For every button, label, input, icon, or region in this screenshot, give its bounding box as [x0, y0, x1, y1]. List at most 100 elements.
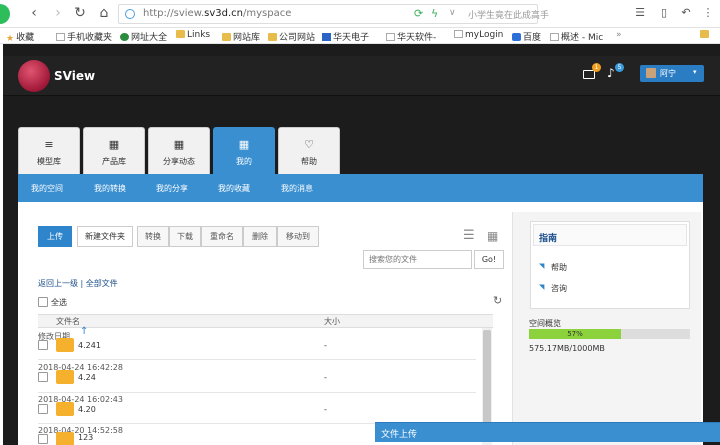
tab-label: 分享动态 — [163, 157, 195, 166]
grid-view-icon[interactable]: ▦ — [487, 229, 498, 243]
browser-logo — [0, 4, 10, 24]
bookmark-item[interactable]: myLogin — [454, 30, 503, 40]
bell-icon[interactable]: ♪ — [607, 66, 615, 80]
caret-down-icon: ▾ — [693, 68, 697, 76]
file-size: - — [324, 405, 327, 414]
new-folder-button[interactable]: 新建文件夹 — [77, 226, 133, 247]
tab-label: 模型库 — [37, 157, 61, 166]
subnav-my-favorites[interactable]: 我的收藏 — [218, 183, 250, 194]
undo-icon[interactable]: ↶ — [678, 5, 694, 21]
file-size: - — [324, 373, 327, 382]
guide-consult-link[interactable]: 咨询 — [551, 283, 567, 294]
arrow-icon: ◥ — [539, 262, 545, 270]
bookmark-item[interactable]: 百度 — [512, 30, 541, 43]
bookmark-item[interactable]: 华天软件- — [386, 30, 436, 43]
search-hint[interactable]: 小学生竟在此成高手 — [468, 8, 549, 21]
upload-button[interactable]: 上传 — [38, 226, 72, 247]
refresh-list-icon[interactable]: ↻ — [493, 294, 502, 307]
bookmark-item[interactable]: 网站库 — [222, 30, 260, 43]
bookmark-item[interactable]: Links — [176, 30, 210, 40]
subnav-my-conversions[interactable]: 我的转换 — [94, 183, 126, 194]
more-bookmarks-icon[interactable]: » — [616, 30, 622, 40]
refresh-icon[interactable]: ↻ — [72, 5, 88, 21]
list-icon: ≡ — [44, 138, 54, 151]
site-icon — [512, 33, 521, 41]
reload-icon[interactable]: ⟳ — [414, 7, 423, 20]
bookmark-item[interactable]: 概述 - Mic — [550, 30, 603, 43]
row-checkbox[interactable] — [38, 372, 48, 382]
bookmark-item[interactable]: 网址大全 — [120, 30, 167, 43]
breadcrumb-separator: | — [80, 279, 84, 288]
space-overview-title: 空间概览 — [529, 319, 561, 328]
file-name[interactable]: 4.241 — [78, 341, 101, 350]
browser-toolbar: ‹ › ↻ ⌂ http://sview.sv3d.cn/myspace ⟳ ϟ… — [0, 0, 720, 28]
rename-button[interactable]: 重命名 — [201, 226, 243, 247]
file-name[interactable]: 4.24 — [78, 373, 96, 382]
tab-mine[interactable]: ▦ 我的 — [213, 127, 275, 174]
avatar — [646, 68, 656, 78]
site-icon — [125, 9, 135, 19]
select-all-label: 全选 — [51, 298, 67, 307]
row-checkbox[interactable] — [38, 340, 48, 350]
folder-icon — [56, 370, 74, 384]
scrollbar-thumb[interactable] — [483, 330, 491, 430]
file-name[interactable]: 4.20 — [78, 405, 96, 414]
folder-icon — [700, 30, 709, 38]
bookmark-folder-icon[interactable] — [700, 30, 711, 40]
sort-icon[interactable]: ☰ — [463, 229, 475, 243]
row-checkbox[interactable] — [38, 434, 48, 444]
brand-name[interactable]: SView — [54, 69, 95, 83]
tab-model-library[interactable]: ≡ 模型库 — [18, 127, 80, 174]
upload-status-bar[interactable]: 文件上传 — [375, 422, 720, 442]
user-menu-button[interactable]: 阿宁 ▾ — [640, 65, 704, 82]
row-checkbox[interactable] — [38, 404, 48, 414]
page-icon — [550, 33, 559, 41]
phone-icon[interactable]: ▯ — [656, 5, 672, 21]
all-files-link[interactable]: 全部文件 — [86, 279, 118, 288]
file-search-input[interactable] — [363, 250, 472, 269]
breadcrumb: 返回上一级 | 全部文件 — [38, 278, 118, 289]
subnav-my-messages[interactable]: 我的消息 — [281, 183, 313, 194]
lightning-icon[interactable]: ϟ — [431, 7, 438, 20]
subnav-my-shares[interactable]: 我的分享 — [156, 183, 188, 194]
logo-icon[interactable] — [18, 60, 50, 92]
download-button[interactable]: 下载 — [169, 226, 201, 247]
move-to-button[interactable]: 移动到 — [277, 226, 319, 247]
folder-icon — [56, 338, 74, 352]
upload-status-label: 文件上传 — [381, 430, 418, 440]
bookmark-item[interactable]: ★ 收藏 — [6, 30, 34, 44]
forward-icon[interactable]: › — [50, 5, 66, 21]
back-icon[interactable]: ‹ — [26, 5, 42, 21]
page-icon — [386, 33, 395, 41]
home-icon[interactable]: ⌂ — [96, 5, 112, 21]
bookmark-item[interactable]: 华天电子 — [322, 30, 369, 43]
star-icon: ★ — [6, 34, 15, 44]
bookmark-item[interactable]: 手机收藏夹 — [56, 30, 112, 43]
grid-icon: ▦ — [238, 138, 250, 151]
name-column-header[interactable]: 文件名 — [56, 316, 80, 327]
menu-icon[interactable]: ☰ — [632, 5, 648, 21]
select-all-checkbox[interactable] — [38, 297, 48, 307]
heart-icon: ♡ — [304, 138, 314, 151]
subnav-my-space[interactable]: 我的空间 — [31, 183, 63, 194]
notification-badge: 5 — [615, 63, 624, 72]
size-column-header[interactable]: 大小 — [324, 316, 340, 327]
bookmark-item[interactable]: 公司网站 — [268, 30, 315, 43]
arrow-icon: ◥ — [539, 283, 545, 291]
tab-help[interactable]: ♡ 帮助 — [278, 127, 340, 174]
tab-share-feed[interactable]: ▦ 分享动态 — [148, 127, 210, 174]
list-header — [38, 314, 493, 328]
file-name[interactable]: 123 — [78, 433, 93, 442]
back-link[interactable]: 返回上一级 — [38, 279, 78, 288]
more-icon[interactable]: ⋮ — [700, 5, 716, 21]
folder-icon — [222, 33, 231, 41]
tab-product-library[interactable]: ▦ 产品库 — [83, 127, 145, 174]
delete-button[interactable]: 删除 — [243, 226, 277, 247]
guide-help-link[interactable]: 帮助 — [551, 262, 567, 273]
go-button[interactable]: Go! — [474, 250, 504, 269]
dropdown-icon[interactable]: ∨ — [449, 8, 456, 18]
file-size: - — [324, 341, 327, 350]
url-text: http://sview.sv3d.cn/myspace — [143, 8, 292, 19]
table-row[interactable]: 4.241 - — [38, 335, 480, 365]
convert-button[interactable]: 转换 — [137, 226, 169, 247]
